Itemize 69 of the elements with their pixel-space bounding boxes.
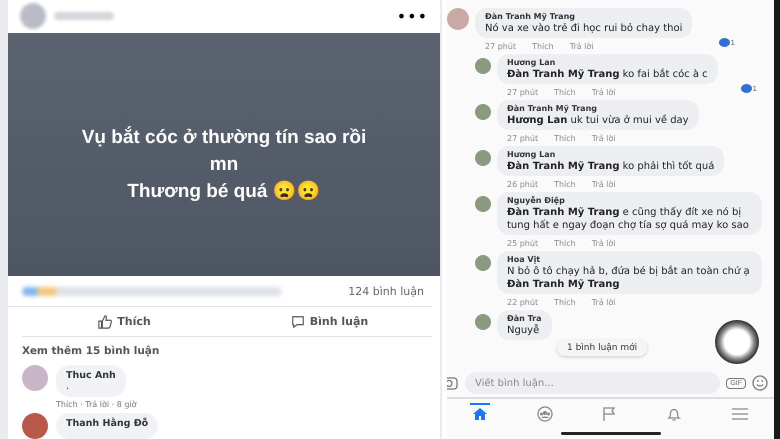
smiley-icon[interactable] bbox=[752, 375, 768, 391]
bell-icon bbox=[666, 406, 682, 422]
like-link[interactable]: Thích bbox=[554, 134, 576, 142]
comment-text: Nguyễ bbox=[507, 324, 540, 337]
flag-icon bbox=[602, 406, 616, 422]
comment-text: Nó va xe vào trẻ đi học rui bỏ chay thoi bbox=[485, 22, 682, 35]
menu-icon bbox=[731, 407, 750, 421]
more-options-button[interactable]: ••• bbox=[396, 6, 428, 26]
like-button[interactable]: Thích bbox=[92, 312, 157, 332]
comment-text: Đàn Tranh Mỹ Trang ko phải thì tốt quá bbox=[507, 160, 714, 173]
like-link[interactable]: Thích bbox=[554, 238, 576, 248]
comment-button[interactable]: Bình luận bbox=[284, 312, 374, 332]
blurred-name bbox=[54, 12, 114, 20]
home-icon bbox=[472, 407, 488, 421]
comment-time: 22 phút bbox=[507, 298, 538, 306]
commenter-name: Hương Lan bbox=[507, 57, 556, 68]
reply-link[interactable]: Trả lời bbox=[570, 42, 594, 50]
comment-text: N bỏ ô tô chạy hả b, đứa bé bị bắt an toàn chứ ạ Đàn Tranh Mỹ Trang bbox=[507, 265, 751, 291]
like-reaction-icon bbox=[718, 38, 730, 47]
commenter-name: Đàn Tranh Mỹ Trang bbox=[507, 103, 598, 114]
avatar-photo bbox=[22, 365, 48, 391]
comment-text: Hương Lan uk tui vừa ở mui về day bbox=[507, 114, 689, 127]
like-link[interactable]: Thích bbox=[554, 88, 576, 96]
groups-icon bbox=[537, 406, 554, 422]
avatar-photo bbox=[475, 196, 491, 212]
comment-meta: Thích · Trả lời · 8 giờ bbox=[55, 399, 138, 409]
comment-text: . bbox=[66, 381, 70, 392]
commenter-name: Hoa Vịt bbox=[507, 254, 542, 265]
avatar-photo bbox=[475, 104, 491, 120]
new-comments-badge[interactable]: 1 bình luận mới bbox=[557, 340, 648, 356]
commenter-name: Đàn Tra bbox=[507, 313, 542, 324]
comment-count[interactable]: 124 bình luận bbox=[348, 284, 424, 298]
avatar-photo bbox=[22, 413, 48, 439]
nav-tab[interactable] bbox=[470, 403, 490, 423]
more-comments-link[interactable]: Xem thêm 15 bình luận bbox=[8, 337, 440, 361]
camera-icon bbox=[447, 376, 459, 390]
reply-link[interactable]: Trả lời bbox=[592, 180, 616, 188]
thumbs-up-icon bbox=[98, 314, 112, 329]
commenter-name: Thanh Hằng Đỗ bbox=[66, 418, 148, 429]
reply-link[interactable]: Trả lời bbox=[592, 88, 616, 96]
commenter-name: Đàn Tranh Mỹ Trang bbox=[485, 11, 576, 22]
post-text: mn bbox=[210, 153, 238, 178]
comment-text: Đàn Tranh Mỹ Trang ko fai bắt cóc à c bbox=[507, 68, 708, 81]
like-reaction-icon bbox=[740, 84, 752, 93]
comment-time: 27 phút bbox=[507, 88, 538, 96]
reply-link[interactable]: Trả lời bbox=[592, 298, 616, 306]
commenter-name: Hương Lan bbox=[507, 149, 556, 160]
comment-time: 27 phút bbox=[507, 134, 538, 142]
comment-time: 26 phút bbox=[507, 180, 538, 188]
avatar-photo bbox=[475, 150, 491, 166]
comment-time: 25 phút bbox=[507, 238, 538, 248]
post-text: Thương bé quá 😦😦 bbox=[127, 180, 321, 204]
like-link[interactable]: Thích bbox=[554, 298, 576, 306]
avatar-photo bbox=[447, 8, 469, 30]
reply-link[interactable]: Trả lời bbox=[592, 238, 616, 248]
post-text: Vụ bắt cóc ở thường tín sao rồi bbox=[82, 125, 366, 150]
floating-circle-button[interactable] bbox=[715, 320, 759, 364]
comment-text: Đàn Tranh Mỹ Trang e cũng thấy đít xe nó bị tung hất e ngay đoạn chợ tía sợ quá may ko sao bbox=[507, 206, 750, 232]
like-link[interactable]: Thích bbox=[532, 42, 554, 50]
speech-bubble-icon bbox=[290, 314, 305, 329]
avatar-photo bbox=[20, 3, 46, 30]
avatar-photo bbox=[475, 255, 491, 271]
reply-link[interactable]: Trả lời bbox=[592, 134, 616, 142]
commenter-name: Thuc Anh bbox=[66, 370, 116, 381]
like-link[interactable]: Thích bbox=[554, 180, 576, 188]
avatar-photo bbox=[475, 58, 491, 74]
avatar-photo bbox=[475, 314, 491, 330]
comment-time: 27 phút bbox=[485, 42, 516, 50]
commenter-name: Nguyễn Điệp bbox=[507, 195, 566, 206]
